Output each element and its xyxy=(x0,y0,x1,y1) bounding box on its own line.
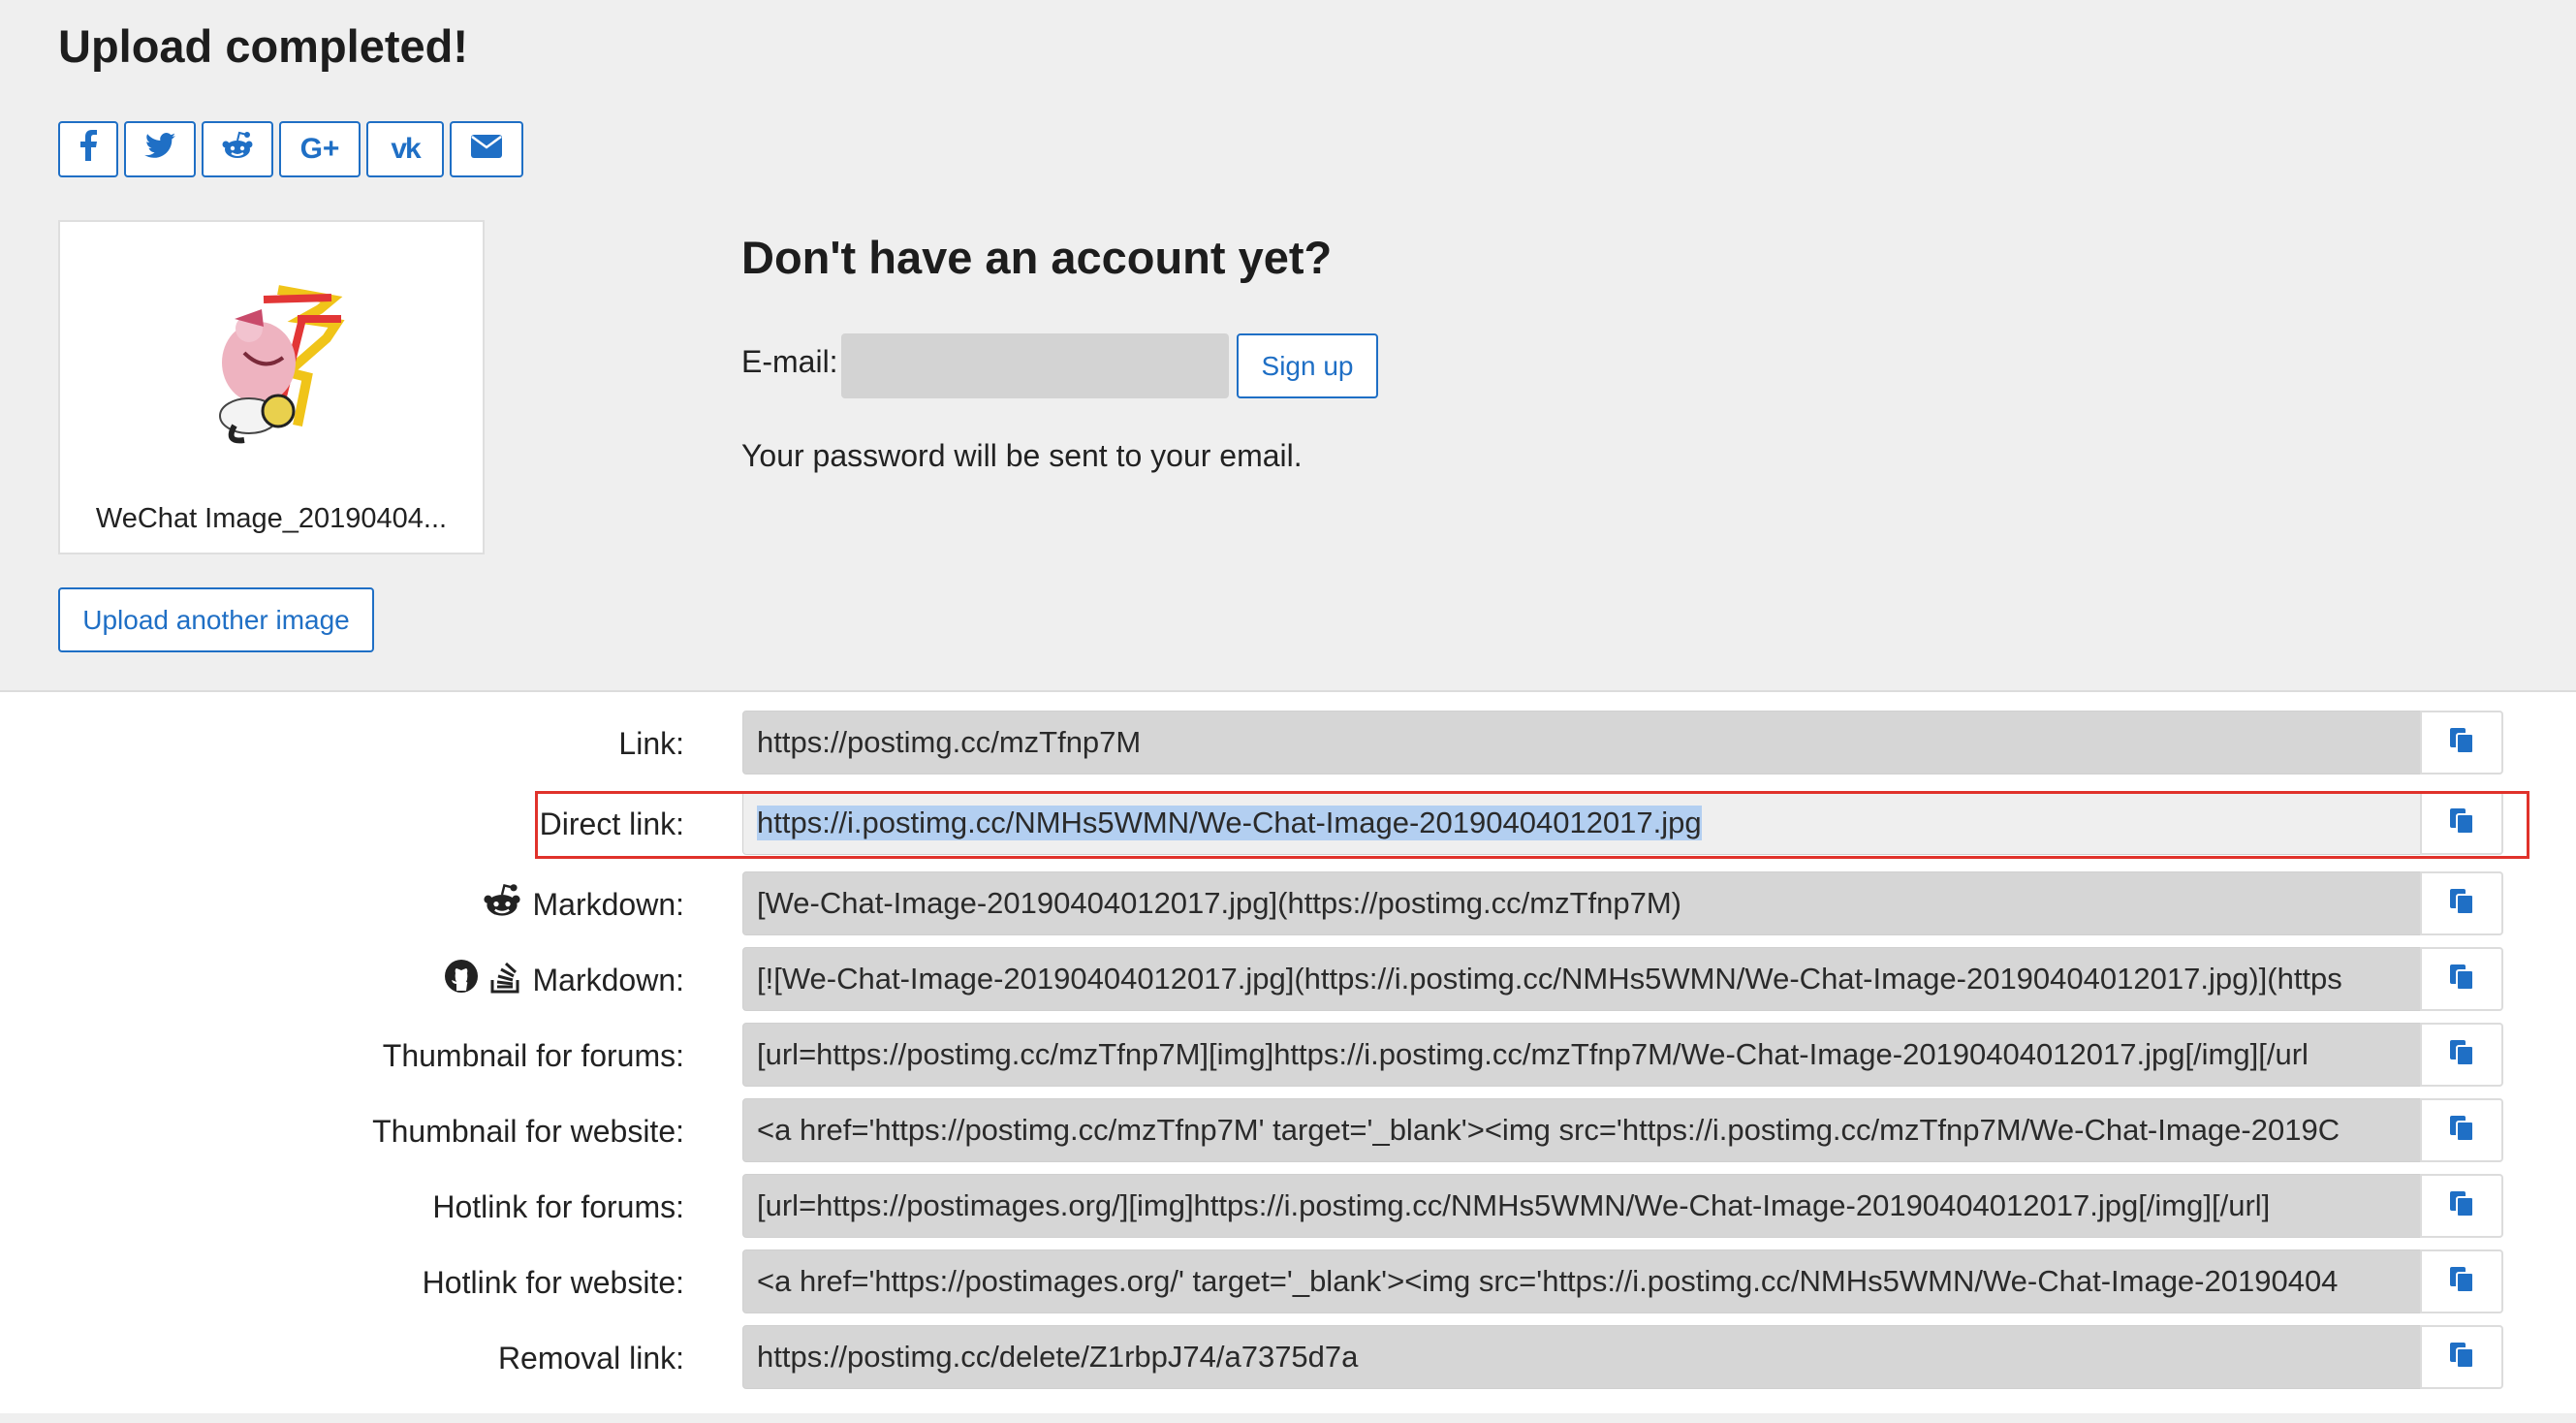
page-title: Upload completed! xyxy=(58,20,469,72)
github-icon xyxy=(444,959,479,1001)
google-plus-icon: G+ xyxy=(299,133,340,165)
github-markdown-field[interactable]: [![We-Chat-Image-20190404012017.jpg](htt… xyxy=(742,947,2421,1011)
thumbnail-website-label: Thumbnail for website: xyxy=(372,1113,684,1149)
github-markdown-row: Markdown: [![We-Chat-Image-2019040401201… xyxy=(0,947,2576,1013)
twitter-icon xyxy=(144,133,175,166)
upload-summary-panel: Upload completed! G+ vk WeChat Image_201… xyxy=(0,0,2576,692)
clipboard-icon xyxy=(2448,1114,2475,1148)
clipboard-icon xyxy=(2448,1265,2475,1299)
uploaded-filename: WeChat Image_20190404... xyxy=(95,503,448,534)
thumbnail-forums-label: Thumbnail for forums: xyxy=(382,1037,684,1073)
thumbnail-forums-row: Thumbnail for forums: [url=https://posti… xyxy=(0,1023,2576,1089)
link-label: Link: xyxy=(618,725,684,761)
uploaded-image-preview xyxy=(219,285,345,444)
removal-link-value: https://postimg.cc/delete/Z1rbpJ74/a7375… xyxy=(757,1340,1359,1374)
copy-button[interactable] xyxy=(2420,791,2503,855)
clipboard-icon xyxy=(2448,963,2475,996)
hotlink-forums-field[interactable]: [url=https://postimages.org/][img]https:… xyxy=(742,1174,2421,1238)
removal-link-field[interactable]: https://postimg.cc/delete/Z1rbpJ74/a7375… xyxy=(742,1325,2421,1389)
vk-share-button[interactable]: vk xyxy=(366,121,444,177)
copy-button[interactable] xyxy=(2420,1325,2503,1389)
hotlink-website-row: Hotlink for website: <a href='https://po… xyxy=(0,1249,2576,1315)
hotlink-website-value: <a href='https://postimages.org/' target… xyxy=(757,1264,2339,1298)
reddit-icon xyxy=(221,131,254,168)
stackoverflow-icon xyxy=(488,959,523,1001)
clipboard-icon xyxy=(2448,1341,2475,1375)
clipboard-icon xyxy=(2448,726,2475,760)
copy-button[interactable] xyxy=(2420,947,2503,1011)
envelope-icon xyxy=(471,133,502,166)
sign-up-button[interactable]: Sign up xyxy=(1237,333,1378,398)
thumbnail-website-field[interactable]: <a href='https://postimg.cc/mzTfnp7M' ta… xyxy=(742,1098,2421,1162)
direct-link-field[interactable]: https://i.postimg.cc/NMHs5WMN/We-Chat-Im… xyxy=(742,791,2421,855)
reddit-icon xyxy=(481,883,523,926)
link-value: https://postimg.cc/mzTfnp7M xyxy=(757,725,1142,759)
facebook-icon xyxy=(79,130,97,169)
reddit-markdown-value: [We-Chat-Image-20190404012017.jpg](https… xyxy=(757,886,1682,920)
reddit-markdown-row: Markdown: [We-Chat-Image-20190404012017.… xyxy=(0,871,2576,937)
vk-icon: vk xyxy=(391,133,421,165)
hotlink-forums-row: Hotlink for forums: [url=https://postima… xyxy=(0,1174,2576,1240)
thumbnail-website-value: <a href='https://postimg.cc/mzTfnp7M' ta… xyxy=(757,1113,2340,1147)
hotlink-forums-value: [url=https://postimages.org/][img]https:… xyxy=(757,1188,2271,1222)
clipboard-icon xyxy=(2448,887,2475,921)
share-buttons: G+ vk xyxy=(58,121,529,177)
upload-another-button[interactable]: Upload another image xyxy=(58,587,374,652)
copy-button[interactable] xyxy=(2420,711,2503,775)
direct-link-label: Direct link: xyxy=(539,806,684,841)
copy-button[interactable] xyxy=(2420,1249,2503,1313)
markdown-label: Markdown: xyxy=(532,886,685,922)
thumbnail-forums-field[interactable]: [url=https://postimg.cc/mzTfnp7M][img]ht… xyxy=(742,1023,2421,1087)
hotlink-website-field[interactable]: <a href='https://postimages.org/' target… xyxy=(742,1249,2421,1313)
clipboard-icon xyxy=(2448,806,2475,840)
password-note: Your password will be sent to your email… xyxy=(741,438,1303,473)
facebook-share-button[interactable] xyxy=(58,121,118,177)
copy-button[interactable] xyxy=(2420,871,2503,935)
copy-button[interactable] xyxy=(2420,1098,2503,1162)
reddit-markdown-field[interactable]: [We-Chat-Image-20190404012017.jpg](https… xyxy=(742,871,2421,935)
reddit-share-button[interactable] xyxy=(202,121,273,177)
direct-link-value: https://i.postimg.cc/NMHs5WMN/We-Chat-Im… xyxy=(757,806,1702,840)
email-field[interactable] xyxy=(841,333,1229,398)
hotlink-forums-label: Hotlink for forums: xyxy=(432,1188,684,1224)
direct-link-row: Direct link: https://i.postimg.cc/NMHs5W… xyxy=(0,791,2576,857)
google-plus-share-button[interactable]: G+ xyxy=(279,121,361,177)
thumbnail-website-row: Thumbnail for website: <a href='https://… xyxy=(0,1098,2576,1164)
signup-heading: Don't have an account yet? xyxy=(741,232,1333,283)
twitter-share-button[interactable] xyxy=(124,121,196,177)
removal-link-row: Removal link: https://postimg.cc/delete/… xyxy=(0,1325,2576,1391)
email-share-button[interactable] xyxy=(450,121,523,177)
clipboard-icon xyxy=(2448,1038,2475,1072)
clipboard-icon xyxy=(2448,1189,2475,1223)
footer-divider xyxy=(0,1413,2576,1423)
thumbnail-forums-value: [url=https://postimg.cc/mzTfnp7M][img]ht… xyxy=(757,1037,2309,1071)
removal-link-label: Removal link: xyxy=(497,1340,684,1376)
link-field[interactable]: https://postimg.cc/mzTfnp7M xyxy=(742,711,2421,775)
markdown-label: Markdown: xyxy=(532,962,685,997)
link-row: Link: https://postimg.cc/mzTfnp7M xyxy=(0,711,2576,776)
copy-button[interactable] xyxy=(2420,1023,2503,1087)
hotlink-website-label: Hotlink for website: xyxy=(422,1264,684,1300)
copy-button[interactable] xyxy=(2420,1174,2503,1238)
github-markdown-value: [![We-Chat-Image-20190404012017.jpg](htt… xyxy=(757,962,2342,996)
email-label: E-mail: xyxy=(741,344,838,379)
uploaded-image-thumbnail[interactable]: WeChat Image_20190404... xyxy=(58,220,485,554)
